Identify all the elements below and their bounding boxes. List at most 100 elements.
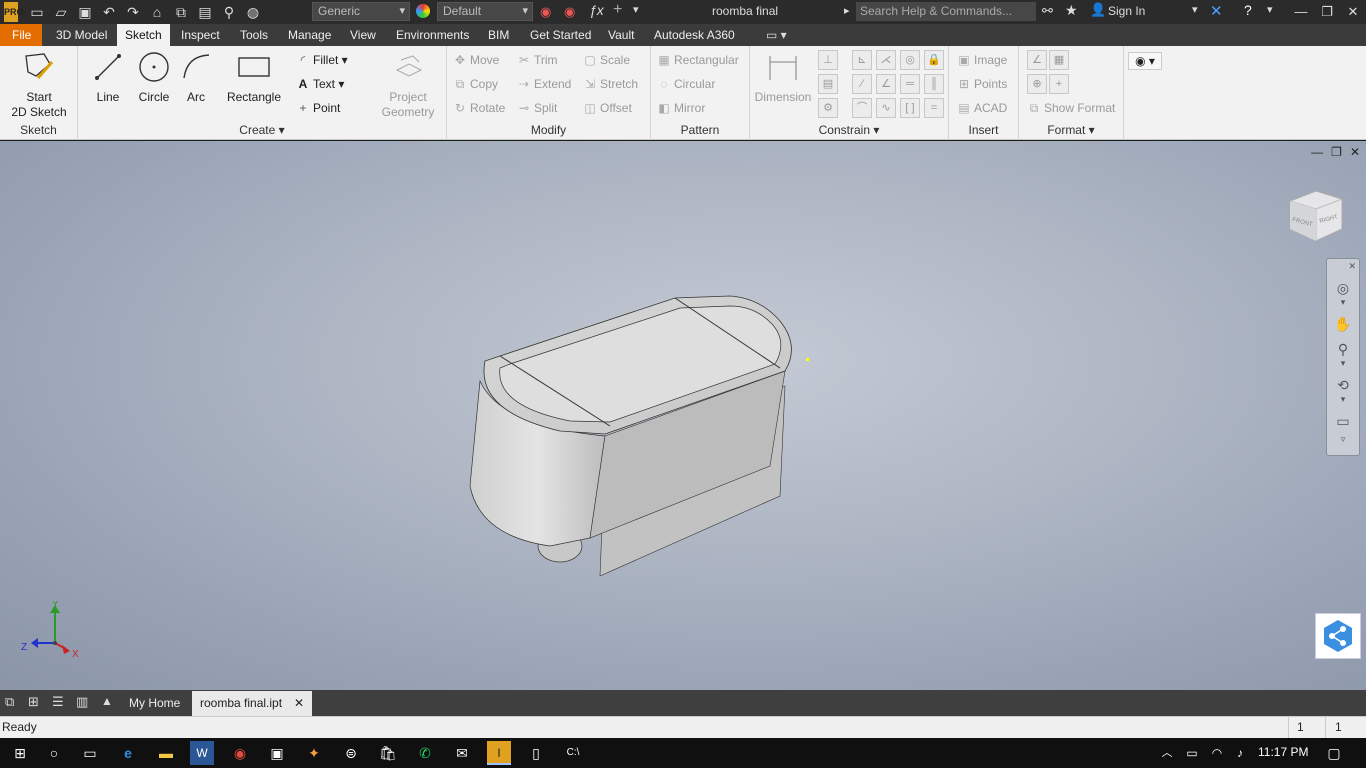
pinwheel-app-icon[interactable]: ✦ [302,741,326,765]
binoculars-icon[interactable]: ⚯ [1042,3,1053,19]
store-icon[interactable]: 🛍 [376,741,400,765]
tab-autodesk-a360[interactable]: Autodesk A360 [646,24,743,46]
windows-start-icon[interactable]: ⊞ [8,741,32,765]
wifi-icon[interactable]: ◠ [1205,741,1229,765]
taskbar-clock[interactable]: 11:17 PM [1258,745,1308,759]
show-constraints-icon[interactable]: ▤ [818,74,838,94]
viewcube[interactable]: FRONT RIGHT [1284,185,1346,247]
minimize-icon[interactable]: — [1288,0,1314,24]
doc-tab-roomba-final[interactable]: roomba final.ipt ✕ [192,691,312,716]
move-button[interactable]: ✥ Move [453,51,499,69]
screen-recorder-icon[interactable]: ⊜ [339,741,363,765]
inventor-taskbar-icon[interactable]: I [487,741,511,765]
chrome-icon[interactable]: ◉ [228,741,252,765]
project-geometry-button[interactable]: Project Geometry [376,50,440,120]
panel-title-format[interactable]: Format ▾ [1019,123,1123,137]
action-center-icon[interactable]: ▢ [1322,741,1346,765]
zoom-icon[interactable]: ⚲ [1327,341,1359,358]
navbar-close-icon[interactable]: ✕ [1327,261,1359,272]
centerline-icon[interactable]: ▦ [1049,50,1069,70]
file-explorer-icon[interactable]: ▬ [154,741,178,765]
tab-vault[interactable]: Vault [600,24,642,46]
select-icon[interactable]: ▤ [196,3,214,21]
restore-icon[interactable]: ❐ [1314,0,1340,24]
text-button[interactable]: A Text ▾ [296,75,345,93]
arc-button[interactable]: Arc [174,50,218,105]
tile-icon[interactable]: ⊞ [28,694,39,710]
parameters-icon[interactable]: ƒx [589,2,604,18]
fix-icon[interactable]: 🔒 [924,50,944,70]
rectangular-pattern-button[interactable]: ▦ Rectangular [657,51,738,69]
rectangle-button[interactable]: Rectangle [222,50,286,105]
stretch-button[interactable]: ⇲ Stretch [583,75,638,93]
whatsapp-icon[interactable]: ✆ [413,741,437,765]
navbar-scroll-icon[interactable]: ▿ [1327,434,1359,445]
pan-icon[interactable]: ✋ [1327,316,1359,333]
word-icon[interactable]: W [190,741,214,765]
tile-vertical-icon[interactable]: ▥ [76,694,88,710]
notepad-icon[interactable]: ▯ [524,741,548,765]
open-icon[interactable]: ▱ [52,3,70,21]
center-point-icon[interactable]: ⊕ [1027,74,1047,94]
home-icon[interactable]: ⌂ [148,3,166,21]
tab-environments[interactable]: Environments [388,24,477,46]
insert-acad-button[interactable]: ▤ ACAD [957,99,1007,117]
new-file-icon[interactable]: ▭ [28,3,46,21]
line-button[interactable]: Line [84,50,132,105]
redo-icon[interactable]: ↷ [124,3,142,21]
appearance-override-icon[interactable]: ◉ [540,4,551,20]
circular-pattern-button[interactable]: ◌ Circular [657,75,715,93]
driven-dimension-icon[interactable]: + [1049,74,1069,94]
sign-in-link[interactable]: Sign In [1108,4,1145,18]
help-dropdown-icon[interactable]: ▾ [1267,3,1273,16]
task-view-icon[interactable]: ▭ [78,741,102,765]
tile-horizontal-icon[interactable]: ☰ [52,694,64,710]
ribbon-options-dropdown[interactable]: ◉ ▾ [1128,52,1162,70]
command-prompt-icon[interactable]: C:\ [561,741,585,765]
equal-icon[interactable]: = [924,98,944,118]
tab-bim[interactable]: BIM [480,24,517,46]
close-icon[interactable]: ✕ [1340,0,1366,24]
panel-title-create[interactable]: Create ▾ [78,123,446,137]
exchange-icon[interactable]: ✕ [1210,2,1223,20]
tab-manage[interactable]: Manage [280,24,339,46]
search-input[interactable]: Search Help & Commands... [856,2,1036,21]
favorites-icon[interactable]: ★ [1065,2,1078,19]
copy-button[interactable]: ⧉ Copy [453,75,498,93]
doc-tab-my-home[interactable]: My Home [121,691,188,716]
concentric-icon[interactable]: ◎ [900,50,920,70]
signin-dropdown-icon[interactable]: ▾ [1192,3,1198,16]
panel-title-constrain[interactable]: Constrain ▾ [750,123,948,137]
edge-icon[interactable]: e [116,741,140,765]
share-view-button[interactable] [1315,613,1361,659]
zoom-dropdown-icon[interactable]: ▾ [1327,358,1359,369]
measure-icon[interactable]: ⚲ [220,3,238,21]
tab-get-started[interactable]: Get Started [522,24,599,46]
scale-button[interactable]: ▢ Scale [583,51,630,69]
photos-icon[interactable]: ▣ [265,741,289,765]
circle-button[interactable]: Circle [130,50,178,105]
mail-icon[interactable]: ✉ [450,741,474,765]
rotate-button[interactable]: ↻ Rotate [453,99,505,117]
split-button[interactable]: ⊸ Split [517,99,557,117]
constraint-settings-icon[interactable]: ⚙ [818,98,838,118]
steering-wheel-icon[interactable]: ◎ [1327,280,1359,297]
symmetric-icon[interactable]: [ ] [900,98,920,118]
expand-arrow-icon[interactable]: ▸ [844,4,850,17]
clear-appearance-icon[interactable]: ◉ [564,4,575,20]
volume-icon[interactable]: ♪ [1228,741,1252,765]
orbit-dropdown-icon[interactable]: ▾ [1327,394,1359,405]
viewport-minimize-icon[interactable]: — [1311,145,1323,159]
parallel-constraint-icon[interactable]: ⋌ [876,50,896,70]
tab-inspect[interactable]: Inspect [173,24,228,46]
insert-points-button[interactable]: ⊞ Points [957,75,1007,93]
perpendicular-icon[interactable]: ⊾ [852,50,872,70]
doc-tab-close-icon[interactable]: ✕ [294,691,304,716]
undo-icon[interactable]: ↶ [100,3,118,21]
globe-icon[interactable]: ◍ [244,3,262,21]
extend-button[interactable]: ⇢ Extend [517,75,571,93]
graphics-viewport[interactable]: — ❐ ✕ FRONT RIGHT ✕ ◎ ▾ ✋ ⚲ ▾ ⟲ ▾ ▭ ▿ Y … [0,141,1366,690]
tab-3d-model[interactable]: 3D Model [48,24,115,46]
tab-tools[interactable]: Tools [232,24,276,46]
update-icon[interactable]: ⧉ [172,3,190,21]
